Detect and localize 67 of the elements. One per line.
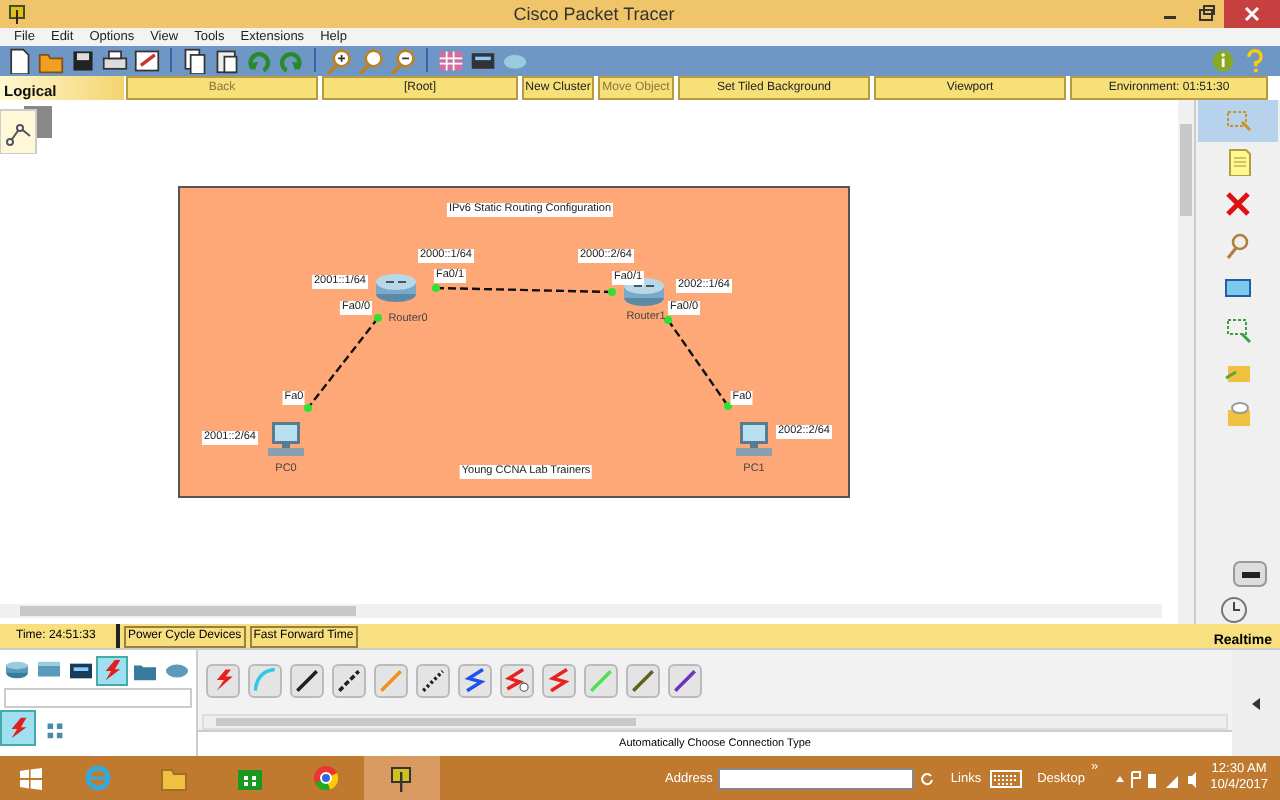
horizontal-scrollbar[interactable] bbox=[0, 604, 1162, 619]
logical-view-icon[interactable] bbox=[0, 101, 56, 154]
horizontal-scrollbar[interactable] bbox=[202, 714, 1228, 731]
cable-button[interactable] bbox=[668, 664, 702, 699]
cable-icon bbox=[292, 666, 322, 697]
hub-icon bbox=[67, 660, 93, 683]
cable-icon bbox=[628, 666, 658, 697]
new-file-icon[interactable] bbox=[6, 47, 32, 74]
link-light bbox=[608, 287, 616, 296]
help-icon[interactable] bbox=[1242, 47, 1268, 74]
copy-icon[interactable] bbox=[182, 47, 208, 74]
zoom-out-icon[interactable] bbox=[390, 47, 416, 74]
link-light bbox=[664, 315, 672, 324]
cable-icon bbox=[376, 666, 406, 697]
cable-button[interactable] bbox=[416, 664, 450, 699]
open-envelope-icon bbox=[1224, 400, 1252, 429]
device-template-icon[interactable] bbox=[470, 47, 496, 74]
print-icon[interactable] bbox=[102, 47, 128, 74]
zoom-in-icon[interactable] bbox=[326, 47, 352, 74]
cable-line bbox=[307, 316, 379, 409]
link-light bbox=[432, 283, 440, 292]
zoom-reset-icon[interactable] bbox=[358, 47, 384, 74]
app-icon bbox=[8, 4, 28, 24]
search-field[interactable] bbox=[4, 688, 192, 709]
select-icon bbox=[1224, 106, 1252, 135]
paste-icon[interactable] bbox=[214, 47, 240, 74]
refresh-icon[interactable] bbox=[920, 771, 935, 785]
cable-icon bbox=[418, 666, 448, 697]
cable-button[interactable] bbox=[332, 664, 366, 699]
cable-icon bbox=[586, 666, 616, 697]
cable-icon bbox=[502, 666, 532, 697]
switch-icon bbox=[35, 660, 61, 683]
cable-icon bbox=[544, 666, 574, 697]
vertical-scrollbar[interactable] bbox=[1178, 99, 1194, 625]
collapse-icon[interactable] bbox=[1251, 697, 1261, 710]
link-light bbox=[724, 401, 732, 410]
browser-icon bbox=[312, 764, 340, 792]
taskbar-app[interactable] bbox=[364, 756, 440, 800]
palette-grid-icon[interactable] bbox=[438, 47, 464, 74]
window-title: Cisco Packet Tracer bbox=[511, 4, 677, 24]
address-field[interactable] bbox=[718, 767, 915, 789]
subcategory-button[interactable] bbox=[2, 712, 34, 745]
cloud-icon bbox=[163, 660, 189, 683]
cable-icon bbox=[334, 666, 364, 697]
cable-button[interactable] bbox=[290, 664, 324, 699]
cable-icon bbox=[250, 666, 280, 697]
folder-icon bbox=[160, 764, 188, 792]
store-icon bbox=[236, 764, 264, 792]
search-icon bbox=[1224, 232, 1252, 261]
cable-icon bbox=[670, 666, 700, 697]
link-light bbox=[374, 313, 382, 322]
keyboard-icon[interactable] bbox=[989, 769, 1022, 787]
rectangle-icon bbox=[1224, 274, 1252, 303]
cable-line bbox=[667, 318, 729, 407]
start-icon[interactable] bbox=[19, 767, 41, 789]
delete-icon bbox=[1224, 190, 1252, 219]
info-icon[interactable] bbox=[1210, 47, 1236, 74]
browser-icon bbox=[84, 764, 112, 792]
note-icon bbox=[1224, 148, 1252, 177]
link-light bbox=[304, 403, 312, 412]
save-icon[interactable] bbox=[70, 47, 96, 74]
router-icon bbox=[3, 660, 29, 683]
cable-icon bbox=[460, 666, 490, 697]
flag-icon bbox=[388, 764, 416, 792]
resize-icon bbox=[1224, 316, 1252, 345]
close-button[interactable] bbox=[1224, 0, 1280, 28]
simulation-icon[interactable] bbox=[1232, 560, 1268, 589]
